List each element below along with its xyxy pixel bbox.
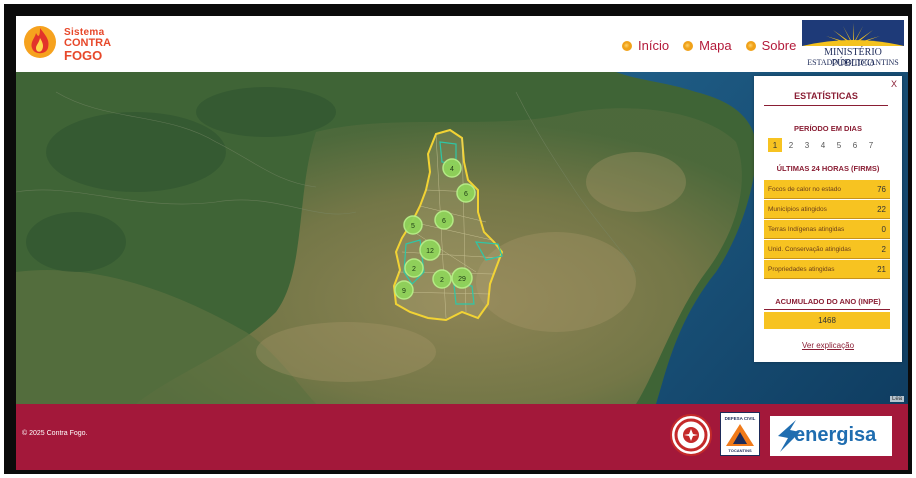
cluster-count: 6: [464, 191, 468, 198]
nav-inicio-label: Início: [638, 38, 670, 53]
defesa-line-1: DEFESA CIVIL: [724, 416, 756, 421]
stat-value: 76: [877, 184, 886, 194]
fire-department-emblem-icon: [674, 418, 708, 452]
stat-label: Unid. Conservação atingidas: [768, 245, 852, 253]
last-24h-label: ÚLTIMAS 24 HORAS (FIRMS): [776, 164, 880, 173]
app-viewport: Sistema CONTRA FOGO Início Mapa Sobre MI…: [16, 16, 908, 470]
accumulated-value: 1468: [764, 312, 890, 329]
stat-value: 0: [881, 224, 886, 234]
cluster-count: 6: [442, 218, 446, 225]
stat-value: 22: [877, 204, 886, 214]
nav-sobre[interactable]: Sobre: [745, 38, 797, 53]
stat-value: 2: [881, 244, 886, 254]
cluster-count: 5: [411, 223, 415, 230]
stat-label: Terras Indígenas atingidas: [768, 225, 845, 233]
stat-row-terras-indigenas: Terras Indígenas atingidas 0: [764, 220, 890, 239]
cluster-count: 4: [450, 166, 454, 173]
stat-label: Focos de calor no estado: [768, 185, 841, 193]
stat-label: Municípios atingidos: [768, 205, 827, 213]
civil-defense-triangle-icon: [726, 424, 754, 446]
contra-fogo-logo[interactable]: Sistema CONTRA FOGO: [22, 22, 132, 66]
logo-line-3: FOGO: [64, 48, 103, 63]
site-footer: © 2025 Contra Fogo. DEFESA CIVIL TOCANTI…: [16, 404, 908, 470]
stat-row-propriedades: Propriedades atingidas 21: [764, 260, 890, 279]
explanation-link[interactable]: Ver explicação: [754, 341, 902, 350]
day-option-3[interactable]: 3: [800, 138, 814, 152]
defesa-line-2: TOCANTINS: [728, 448, 752, 453]
close-icon[interactable]: X: [891, 79, 897, 89]
day-option-6[interactable]: 6: [848, 138, 862, 152]
ministerio-publico-logo[interactable]: MINISTÉRIO PÚBLICO ESTADO DO TOCANTINS: [802, 20, 904, 70]
energisa-logo: energisa: [770, 416, 892, 456]
flame-icon: [24, 26, 56, 58]
satellite-map[interactable]: 4 6 5 6 12 2 2 29 9 Lea X ESTATÍSTICAS P…: [16, 72, 908, 404]
defesa-civil-logo: DEFESA CIVIL TOCANTINS: [720, 412, 760, 456]
statistics-panel: X ESTATÍSTICAS PERÍODO EM DIAS 1 2 3 4 5…: [754, 76, 902, 362]
day-option-1[interactable]: 1: [768, 138, 782, 152]
copyright-text: © 2025 Contra Fogo.: [22, 430, 88, 437]
cluster-count: 12: [426, 248, 434, 255]
cluster-count: 2: [440, 277, 444, 284]
day-option-2[interactable]: 2: [784, 138, 798, 152]
day-selector: 1 2 3 4 5 6 7: [768, 138, 878, 152]
main-nav: Início Mapa Sobre: [622, 38, 796, 53]
energisa-wordmark: energisa: [794, 424, 877, 446]
stat-row-municipios: Municípios atingidos 22: [764, 200, 890, 219]
stat-row-focos: Focos de calor no estado 76: [764, 180, 890, 199]
cluster-count: 29: [458, 276, 466, 283]
map-attribution[interactable]: Lea: [889, 396, 904, 402]
mp-line-2: ESTADO DO TOCANTINS: [807, 58, 899, 67]
bullet-icon: [683, 40, 694, 51]
divider: [764, 309, 890, 310]
nav-mapa[interactable]: Mapa: [683, 38, 732, 53]
stats-rows: Focos de calor no estado 76 Municípios a…: [764, 180, 890, 280]
cluster-count: 9: [402, 288, 406, 295]
bullet-icon: [745, 40, 756, 51]
panel-title: ESTATÍSTICAS: [764, 91, 888, 106]
nav-sobre-label: Sobre: [761, 38, 797, 53]
nav-mapa-label: Mapa: [699, 38, 732, 53]
bullet-icon: [622, 40, 632, 51]
stat-row-unid-conservacao: Unid. Conservação atingidas 2: [764, 240, 890, 259]
window-frame: Sistema CONTRA FOGO Início Mapa Sobre MI…: [4, 4, 912, 474]
nav-inicio[interactable]: Início: [622, 38, 669, 53]
accumulated-label: ACUMULADO DO ANO (INPE): [775, 297, 881, 306]
day-option-5[interactable]: 5: [832, 138, 846, 152]
bombeiros-seal-logo: [670, 414, 712, 456]
site-header: Sistema CONTRA FOGO Início Mapa Sobre MI…: [16, 16, 908, 72]
stat-label: Propriedades atingidas: [768, 265, 835, 273]
cluster-count: 2: [412, 266, 416, 273]
day-option-7[interactable]: 7: [864, 138, 878, 152]
period-label: PERÍODO EM DIAS: [794, 124, 862, 133]
sun-emblem-icon: [802, 20, 904, 46]
stat-value: 21: [877, 264, 886, 274]
day-option-4[interactable]: 4: [816, 138, 830, 152]
